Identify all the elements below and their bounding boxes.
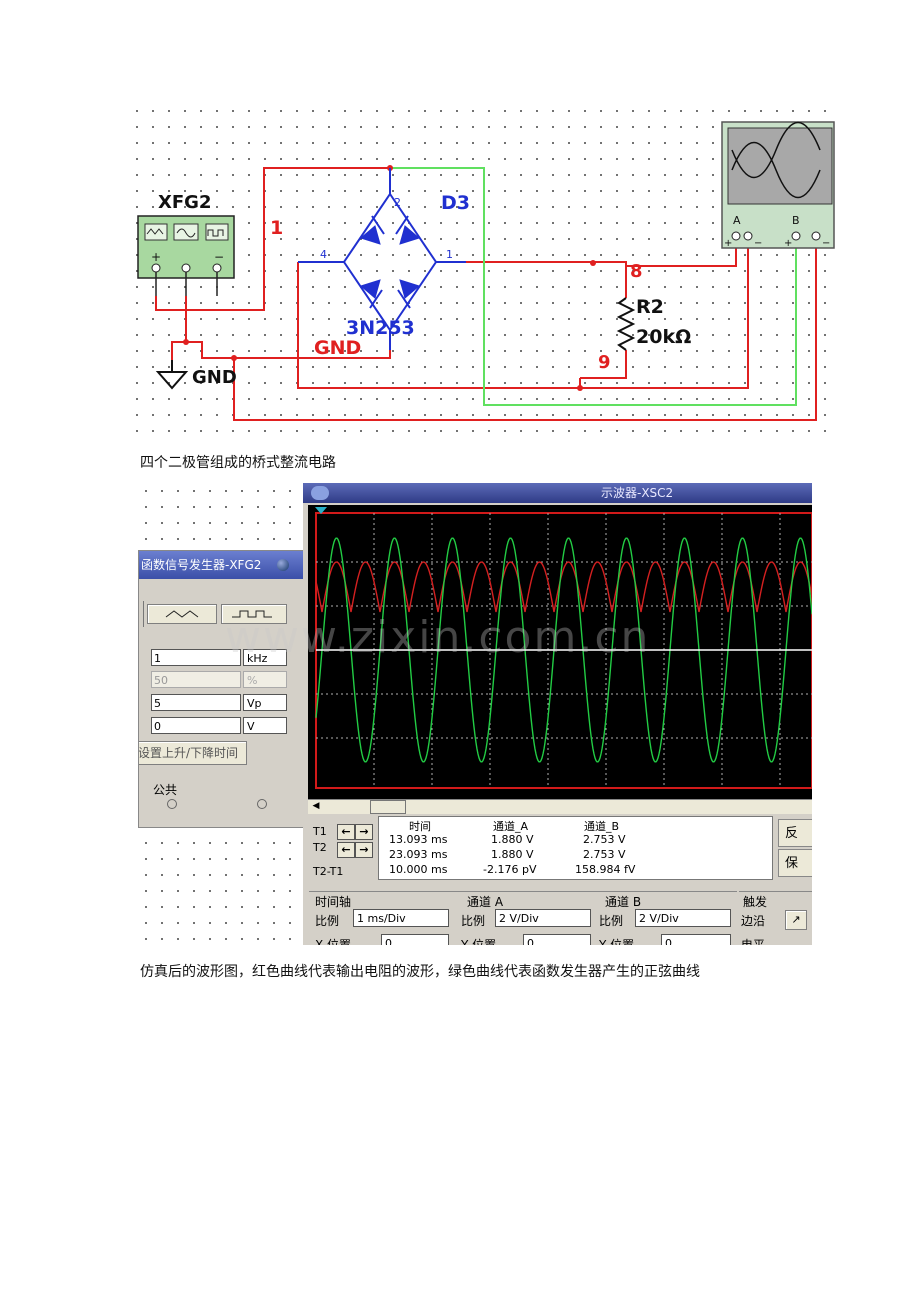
measurement-table: 时间 通道_A 通道_B 13.093 ms 1.880 V 2.753 V 2… bbox=[378, 816, 773, 880]
pin-1-label: 1 bbox=[446, 248, 453, 261]
channel-b-ypos-label: Y 位置 bbox=[599, 938, 635, 945]
oscilloscope-symbol[interactable] bbox=[721, 121, 835, 249]
scope-b-plus: + bbox=[784, 238, 792, 249]
offset-unit-select[interactable]: V bbox=[243, 717, 287, 734]
triangle-wave-button[interactable] bbox=[147, 604, 217, 624]
caption-waveform: 仿真后的波形图，红色曲线代表输出电阻的波形，绿色曲线代表函数发生器产生的正弦曲线 bbox=[140, 964, 700, 980]
scope-b-label: B bbox=[792, 214, 800, 227]
diode-part-label: 3N253 bbox=[346, 317, 415, 339]
scroll-left-icon[interactable]: ◀ bbox=[310, 801, 322, 812]
col-a-header: 通道_A bbox=[493, 820, 529, 833]
reverse-button[interactable]: 反 bbox=[778, 819, 812, 847]
col-time-header: 时间 bbox=[409, 820, 431, 833]
channel-b-scale-label: 比例 bbox=[599, 914, 624, 928]
t2-channel-b: 2.753 V bbox=[583, 848, 626, 861]
window-button-icon[interactable] bbox=[277, 559, 289, 571]
pin-4-label: 4 bbox=[320, 248, 327, 261]
net-1-label: 1 bbox=[270, 217, 283, 239]
diff-channel-b: 158.984 fV bbox=[575, 863, 636, 876]
oscilloscope-title: 示波器-XSC2 bbox=[601, 486, 674, 500]
oscilloscope-titlebar: 示波器-XSC2 bbox=[303, 483, 812, 503]
function-generator-window[interactable]: 函数信号发生器-XFG2 1 kHz 50 % 5 Vp 0 V 设置上升/下降… bbox=[138, 550, 305, 828]
trigger-group: 触发 边沿 ↗ 电平 bbox=[739, 891, 812, 945]
timebase-title: 时间轴 bbox=[315, 895, 352, 909]
channel-a-title: 通道 A bbox=[467, 895, 504, 909]
t2-left-button[interactable]: ← bbox=[337, 842, 355, 858]
trigger-rising-edge-button[interactable]: ↗ bbox=[785, 910, 807, 930]
t2-time: 23.093 ms bbox=[389, 848, 448, 861]
channel-b-title: 通道 B bbox=[605, 895, 642, 909]
t1-channel-b: 2.753 V bbox=[583, 833, 626, 846]
common-terminal-label: 公共 bbox=[153, 783, 178, 797]
cursor-diff-label: T2-T1 bbox=[313, 865, 344, 878]
timebase-scale-label: 比例 bbox=[315, 914, 340, 928]
resistor-value: 20kΩ bbox=[636, 326, 691, 348]
channel-a-ypos-label: Y 位置 bbox=[461, 938, 497, 945]
t2-channel-a: 1.880 V bbox=[491, 848, 534, 861]
channel-b-scale-input[interactable]: 2 V/Div bbox=[635, 909, 731, 927]
caption-circuit: 四个二极管组成的桥式整流电路 bbox=[140, 455, 336, 471]
diff-time: 10.000 ms bbox=[389, 863, 448, 876]
t2-right-button[interactable]: → bbox=[355, 842, 373, 858]
oscilloscope-window[interactable]: 示波器-XSC2 ◀ T1 T2 T2-T1 ← → ← → 时间 通道_A 通… bbox=[303, 483, 812, 945]
scope-a-plus: + bbox=[724, 238, 732, 249]
cursor-t2-label: T2 bbox=[313, 841, 327, 854]
col-b-header: 通道_B bbox=[584, 820, 620, 833]
generator-label: XFG2 bbox=[158, 192, 211, 213]
amplitude-input[interactable]: 5 bbox=[151, 694, 241, 711]
amplitude-unit-select[interactable]: Vp bbox=[243, 694, 287, 711]
duty-cycle-unit: % bbox=[243, 671, 287, 688]
t1-time: 13.093 ms bbox=[389, 833, 448, 846]
channel-a-scale-input[interactable]: 2 V/Div bbox=[495, 909, 591, 927]
trigger-title: 触发 bbox=[743, 895, 768, 909]
scope-a-minus: − bbox=[754, 238, 762, 249]
scroll-thumb[interactable] bbox=[370, 800, 406, 814]
channel-a-ypos-input[interactable]: 0 bbox=[523, 934, 591, 945]
scope-a-label: A bbox=[733, 214, 741, 227]
t1-right-button[interactable]: → bbox=[355, 824, 373, 840]
trigger-edge-label: 边沿 bbox=[741, 914, 766, 928]
timebase-scale-input[interactable]: 1 ms/Div bbox=[353, 909, 449, 927]
t1-left-button[interactable]: ← bbox=[337, 824, 355, 840]
channel-a-group: 通道 A 比例 2 V/Div Y 位置 0 bbox=[457, 891, 595, 945]
pin-2-label: 2 bbox=[394, 196, 401, 209]
diff-channel-a: -2.176 pV bbox=[483, 863, 537, 876]
duty-cycle-input[interactable]: 50 bbox=[151, 671, 241, 688]
channel-a-scale-label: 比例 bbox=[461, 914, 486, 928]
timebase-xpos-input[interactable]: 0 bbox=[381, 934, 449, 945]
minus-terminal-radio[interactable] bbox=[257, 799, 267, 809]
channel-b-ypos-input[interactable]: 0 bbox=[661, 934, 731, 945]
t1-channel-a: 1.880 V bbox=[491, 833, 534, 846]
offset-input[interactable]: 0 bbox=[151, 717, 241, 734]
channel-b-group: 通道 B 比例 2 V/Div Y 位置 0 bbox=[595, 891, 737, 945]
net-9-label: 9 bbox=[598, 352, 611, 373]
trigger-level-label: 电平 bbox=[741, 938, 766, 945]
bridge-rectifier-schematic: XFG2 + − 2 4 1 D3 3N253 1 GND 8 9 R2 20k… bbox=[136, 110, 836, 440]
ground-label: GND bbox=[192, 367, 237, 388]
gnd-net-label: GND bbox=[314, 337, 361, 359]
resistor-name: R2 bbox=[636, 296, 664, 318]
generator-plus-label: + bbox=[151, 250, 161, 264]
watermark-text: www.zixin.com.cn bbox=[225, 612, 651, 663]
timebase-group: 时间轴 比例 1 ms/Div X 位置 0 bbox=[309, 891, 459, 945]
generator-minus-label: − bbox=[214, 250, 224, 264]
plus-terminal-radio[interactable] bbox=[167, 799, 177, 809]
timebase-xpos-label: X 位置 bbox=[315, 938, 352, 945]
app-menu-icon[interactable] bbox=[311, 486, 329, 500]
horizontal-scrollbar[interactable]: ◀ bbox=[308, 799, 812, 814]
net-8-label: 8 bbox=[630, 261, 643, 282]
sine-wave-button-edge[interactable] bbox=[139, 601, 144, 627]
scope-b-minus: − bbox=[822, 238, 830, 249]
cursor-t1-label: T1 bbox=[313, 825, 327, 838]
rise-fall-time-button[interactable]: 设置上升/下降时间 bbox=[139, 741, 247, 765]
diode-label: D3 bbox=[441, 192, 470, 214]
save-button[interactable]: 保 bbox=[778, 849, 812, 877]
